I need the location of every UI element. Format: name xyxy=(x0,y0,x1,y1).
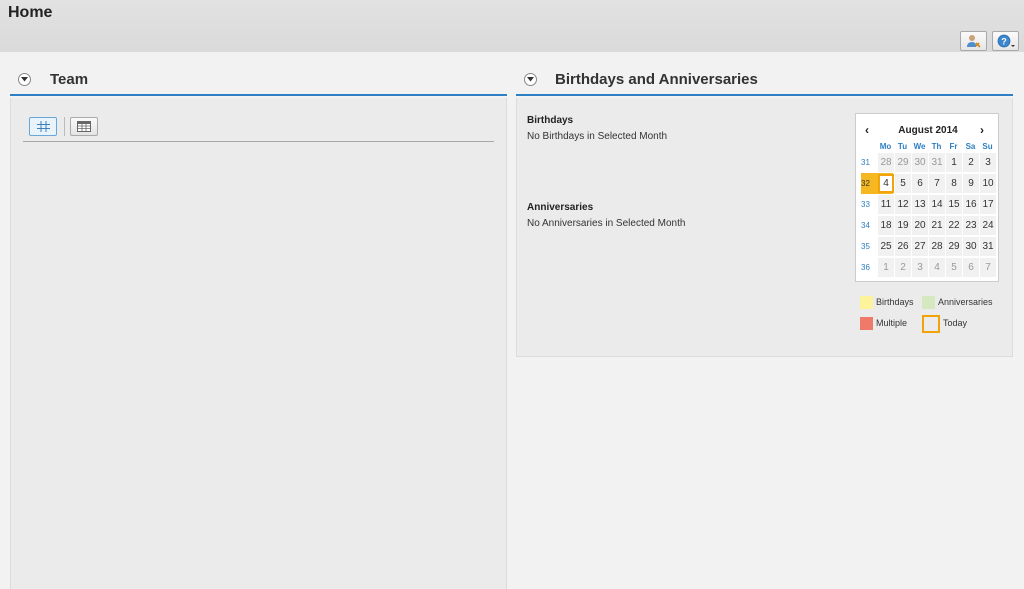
calendar-day[interactable]: 5 xyxy=(895,174,911,193)
calendar-day[interactable]: 28 xyxy=(878,153,894,172)
weekday-header: Sa xyxy=(965,142,976,151)
calendar-day[interactable]: 9 xyxy=(963,174,979,193)
shell-header: Home ? xyxy=(0,0,1024,52)
calendar-day[interactable]: 25 xyxy=(878,237,894,256)
calendar-day[interactable]: 2 xyxy=(963,153,979,172)
calendar-day[interactable]: 26 xyxy=(895,237,911,256)
help-icon: ? xyxy=(997,34,1015,48)
help-button[interactable]: ? xyxy=(992,31,1019,51)
calendar-day-today[interactable]: 4 xyxy=(878,174,894,193)
calendar-day[interactable]: 3 xyxy=(980,153,996,172)
chevron-down-icon xyxy=(527,77,534,82)
team-panel-header: Team xyxy=(10,66,507,96)
calendar-day[interactable]: 15 xyxy=(946,195,962,214)
personalize-button[interactable] xyxy=(960,31,987,51)
team-panel-body xyxy=(10,98,507,589)
table-view-button[interactable] xyxy=(70,117,98,136)
next-month-button[interactable]: › xyxy=(980,123,984,137)
grid-view-button[interactable] xyxy=(29,117,57,136)
calendar-day[interactable]: 7 xyxy=(980,258,996,277)
calendar-day[interactable]: 10 xyxy=(980,174,996,193)
calendar-day[interactable]: 21 xyxy=(929,216,945,235)
week-number[interactable]: 35 xyxy=(861,242,875,251)
person-settings-icon xyxy=(966,35,981,48)
anniversaries-heading: Anniversaries xyxy=(527,202,594,213)
calendar-day[interactable]: 23 xyxy=(963,216,979,235)
multiple-legend-label: Multiple xyxy=(876,318,908,328)
calendar-day[interactable]: 18 xyxy=(878,216,894,235)
week-number[interactable]: 34 xyxy=(861,221,875,230)
birthdays-empty-text: No Birthdays in Selected Month xyxy=(527,131,668,142)
week-number[interactable]: 33 xyxy=(861,200,875,209)
calendar-day[interactable]: 27 xyxy=(912,237,928,256)
page-title: Home xyxy=(8,4,53,21)
calendar-day[interactable]: 6 xyxy=(963,258,979,277)
table-view-icon xyxy=(77,121,91,132)
calendar-day[interactable]: 8 xyxy=(946,174,962,193)
calendar-day[interactable]: 3 xyxy=(912,258,928,277)
weekday-header: Mo xyxy=(879,142,892,151)
calendar-day[interactable]: 31 xyxy=(929,153,945,172)
view-separator xyxy=(64,117,65,136)
birthdays-collapse-toggle[interactable] xyxy=(524,73,537,86)
calendar-day[interactable]: 7 xyxy=(929,174,945,193)
birthdays-panel-body: Birthdays No Birthdays in Selected Month… xyxy=(516,98,1013,357)
calendar-day[interactable]: 5 xyxy=(946,258,962,277)
calendar-day[interactable]: 28 xyxy=(929,237,945,256)
calendar-day[interactable]: 29 xyxy=(946,237,962,256)
weekday-header: Fr xyxy=(949,142,958,151)
anniversaries-legend-label: Anniversaries xyxy=(938,297,993,307)
calendar-day[interactable]: 30 xyxy=(963,237,979,256)
grid-view-icon xyxy=(36,121,50,132)
calendar-day[interactable]: 1 xyxy=(878,258,894,277)
team-toolbar-divider xyxy=(23,141,494,142)
calendar-day[interactable]: 13 xyxy=(912,195,928,214)
calendar-day[interactable]: 2 xyxy=(895,258,911,277)
team-collapse-toggle[interactable] xyxy=(18,73,31,86)
calendar-day[interactable]: 30 xyxy=(912,153,928,172)
weekday-header: Su xyxy=(982,142,993,151)
weekday-header: Th xyxy=(931,142,942,151)
birthdays-panel-header: Birthdays and Anniversaries xyxy=(516,66,1013,96)
calendar-day[interactable]: 24 xyxy=(980,216,996,235)
svg-text:?: ? xyxy=(1001,37,1007,47)
calendar-day[interactable]: 29 xyxy=(895,153,911,172)
week-number[interactable]: 32 xyxy=(861,179,875,188)
birthdays-panel-title: Birthdays and Anniversaries xyxy=(555,71,758,88)
calendar-day[interactable]: 14 xyxy=(929,195,945,214)
calendar-day[interactable]: 12 xyxy=(895,195,911,214)
birthdays-legend-label: Birthdays xyxy=(876,297,914,307)
team-panel-title: Team xyxy=(50,71,89,88)
calendar-day[interactable]: 20 xyxy=(912,216,928,235)
today-legend-label: Today xyxy=(943,318,968,328)
multiple-legend-swatch xyxy=(860,317,873,330)
weekday-header: Tu xyxy=(897,142,908,151)
calendar-day[interactable]: 19 xyxy=(895,216,911,235)
calendar-day[interactable]: 11 xyxy=(878,195,894,214)
calendar-day[interactable]: 1 xyxy=(946,153,962,172)
anniversaries-legend-swatch xyxy=(922,296,935,309)
calendar-day[interactable]: 31 xyxy=(980,237,996,256)
today-legend-swatch xyxy=(922,315,940,333)
week-number[interactable]: 36 xyxy=(861,263,875,272)
birthdays-heading: Birthdays xyxy=(527,115,574,126)
calendar-day[interactable]: 22 xyxy=(946,216,962,235)
calendar-day[interactable]: 16 xyxy=(963,195,979,214)
calendar-day[interactable]: 17 xyxy=(980,195,996,214)
week-number[interactable]: 31 xyxy=(861,158,875,167)
calendar-day[interactable]: 4 xyxy=(929,258,945,277)
weekday-header: We xyxy=(913,142,926,151)
birthdays-legend-swatch xyxy=(860,296,873,309)
calendar-month-label[interactable]: August 2014 xyxy=(856,125,1000,136)
month-calendar: ‹ August 2014 › Mo Tu We Th Fr Sa Su 31 28 29 30 31… xyxy=(855,113,999,282)
calendar-day[interactable]: 6 xyxy=(912,174,928,193)
chevron-down-icon xyxy=(21,77,28,82)
anniversaries-empty-text: No Anniversaries in Selected Month xyxy=(527,218,686,229)
